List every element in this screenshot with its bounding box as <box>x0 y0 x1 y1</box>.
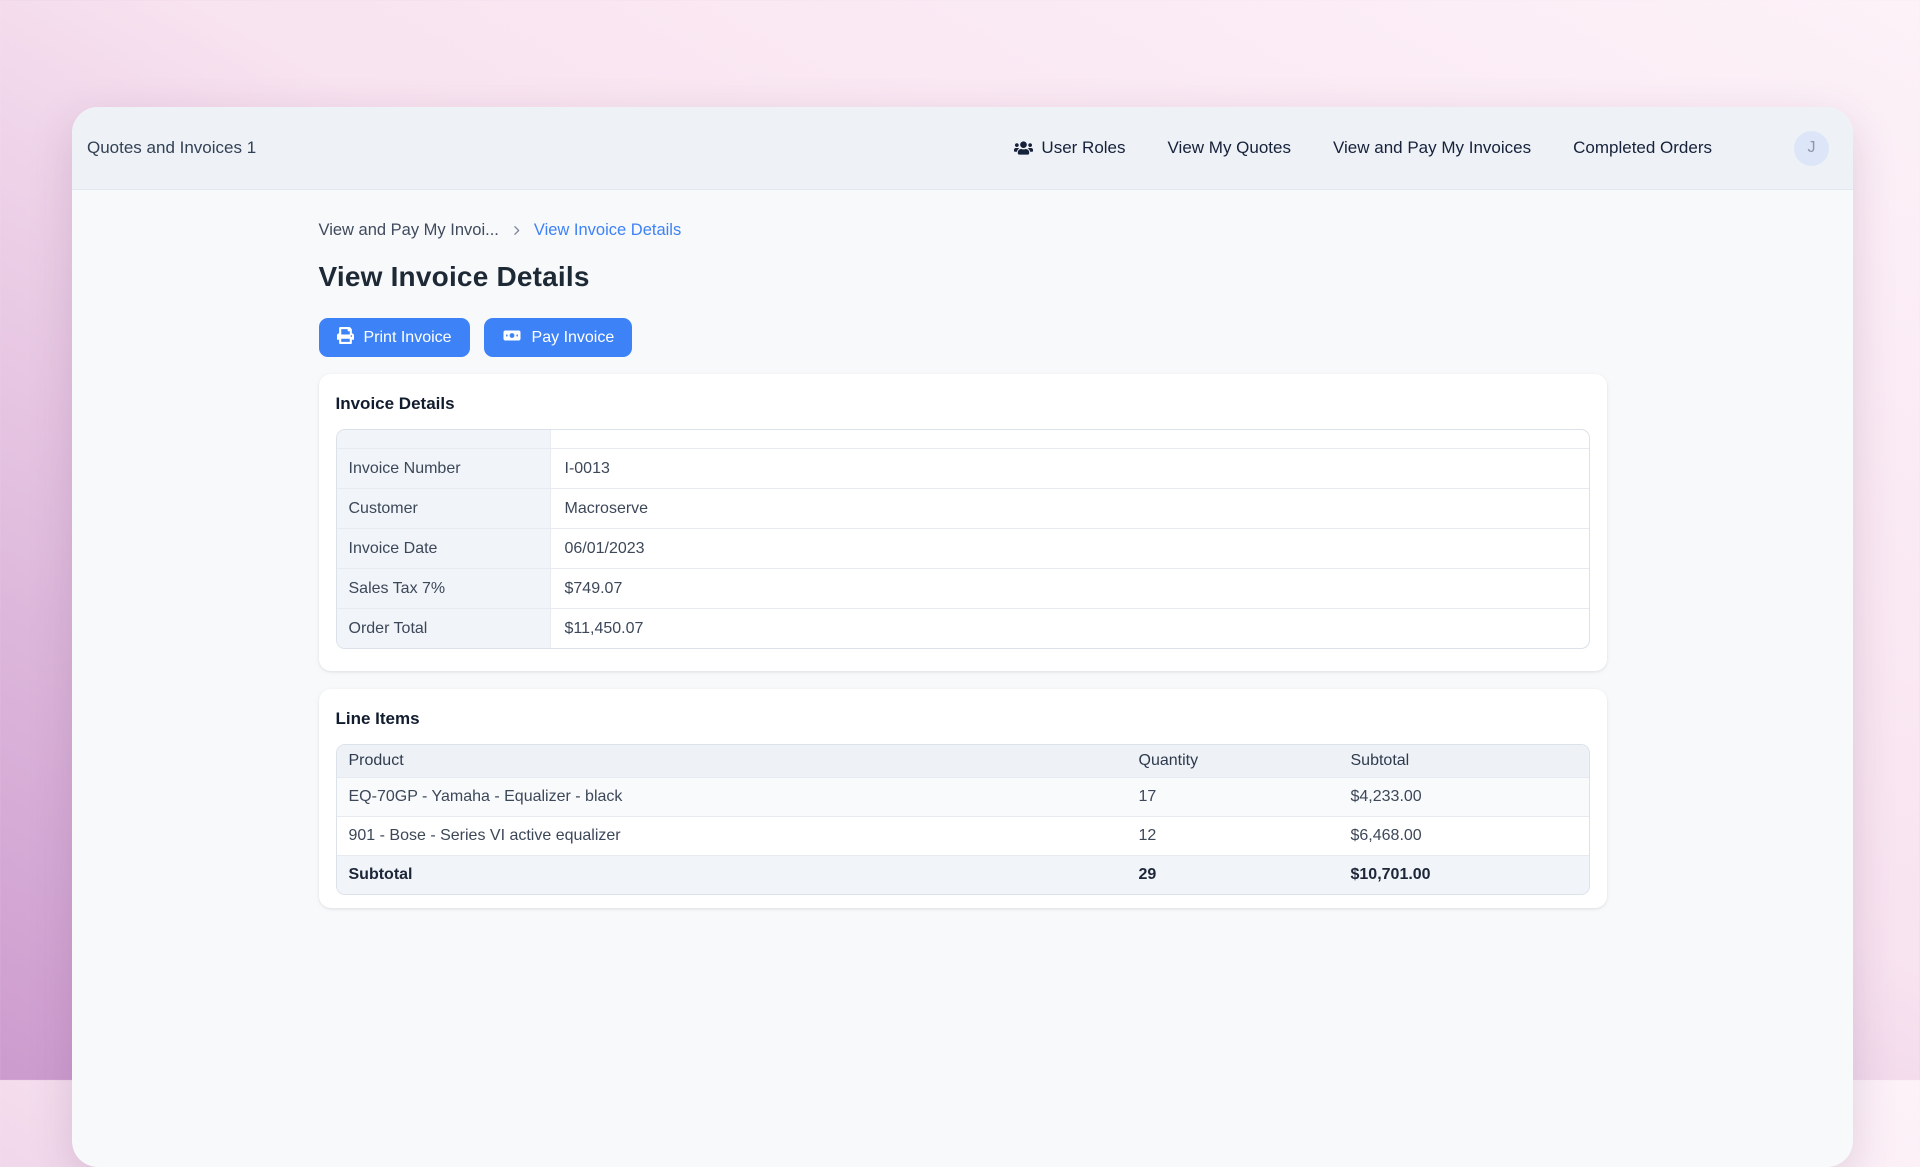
table-total-row: Subtotal 29 $10,701.00 <box>337 855 1589 894</box>
table-row: Sales Tax 7% $749.07 <box>337 568 1589 608</box>
invoice-details-panel: Invoice Details Invoice Number I-0013 Cu… <box>319 374 1607 671</box>
table-row: Invoice Number I-0013 <box>337 448 1589 488</box>
row-value: I-0013 <box>551 449 1589 488</box>
table-row: Order Total $11,450.07 <box>337 608 1589 648</box>
nav-label: View My Quotes <box>1168 138 1291 158</box>
nav-label: Completed Orders <box>1573 138 1712 158</box>
column-header-quantity: Quantity <box>1127 752 1339 770</box>
nav-label: View and Pay My Invoices <box>1333 138 1531 158</box>
money-bill-icon <box>502 327 522 349</box>
invoice-details-table-header <box>337 430 1589 448</box>
row-label: Invoice Date <box>337 529 551 568</box>
row-label: Invoice Number <box>337 449 551 488</box>
invoice-details-table: Invoice Number I-0013 Customer Macroserv… <box>336 429 1590 649</box>
breadcrumb: View and Pay My Invoi... View Invoice De… <box>319 221 1607 240</box>
line-items-table: Product Quantity Subtotal EQ-70GP - Yama… <box>336 744 1590 895</box>
breadcrumb-parent-link[interactable]: View and Pay My Invoi... <box>319 221 499 240</box>
nav-item-completed-orders[interactable]: Completed Orders <box>1573 138 1712 158</box>
users-icon <box>1014 140 1033 156</box>
main-nav: User Roles View My Quotes View and Pay M… <box>1014 131 1829 166</box>
header-cell <box>551 430 1589 448</box>
button-label: Pay Invoice <box>532 329 615 347</box>
row-value: $749.07 <box>551 569 1589 608</box>
header-cell <box>337 430 551 448</box>
row-label: Customer <box>337 489 551 528</box>
page-content: View and Pay My Invoi... View Invoice De… <box>319 190 1607 908</box>
cell-total-label: Subtotal <box>337 866 1127 884</box>
line-items-panel: Line Items Product Quantity Subtotal EQ-… <box>319 689 1607 908</box>
nav-item-user-roles[interactable]: User Roles <box>1014 138 1125 158</box>
nav-label: User Roles <box>1041 138 1125 158</box>
app-window: Quotes and Invoices 1 User Roles View My… <box>72 107 1853 1167</box>
app-title: Quotes and Invoices 1 <box>87 138 256 158</box>
pay-invoice-button[interactable]: Pay Invoice <box>484 318 633 357</box>
cell-total-quantity: 29 <box>1127 866 1339 884</box>
cell-product: 901 - Bose - Series VI active equalizer <box>337 827 1127 845</box>
nav-item-view-my-quotes[interactable]: View My Quotes <box>1168 138 1291 158</box>
row-value: 06/01/2023 <box>551 529 1589 568</box>
print-invoice-button[interactable]: Print Invoice <box>319 318 470 357</box>
column-header-product: Product <box>337 752 1127 770</box>
table-row: EQ-70GP - Yamaha - Equalizer - black 17 … <box>337 777 1589 816</box>
cell-quantity: 17 <box>1127 788 1339 806</box>
button-label: Print Invoice <box>364 329 452 347</box>
table-row: Customer Macroserve <box>337 488 1589 528</box>
line-items-table-header: Product Quantity Subtotal <box>337 745 1589 777</box>
action-buttons: Print Invoice Pay Invoice <box>319 318 1607 357</box>
page-title: View Invoice Details <box>319 261 1607 293</box>
invoice-details-title: Invoice Details <box>336 394 1590 414</box>
row-label: Sales Tax 7% <box>337 569 551 608</box>
cell-subtotal: $6,468.00 <box>1339 827 1589 845</box>
avatar-initial: J <box>1808 139 1816 157</box>
breadcrumb-current-link[interactable]: View Invoice Details <box>534 221 681 240</box>
chevron-right-icon <box>510 224 523 237</box>
app-header: Quotes and Invoices 1 User Roles View My… <box>72 107 1853 190</box>
line-items-title: Line Items <box>336 709 1590 729</box>
row-label: Order Total <box>337 609 551 648</box>
nav-item-view-and-pay-my-invoices[interactable]: View and Pay My Invoices <box>1333 138 1531 158</box>
user-avatar[interactable]: J <box>1794 131 1829 166</box>
cell-product: EQ-70GP - Yamaha - Equalizer - black <box>337 788 1127 806</box>
row-value: $11,450.07 <box>551 609 1589 648</box>
table-row: 901 - Bose - Series VI active equalizer … <box>337 816 1589 855</box>
cell-quantity: 12 <box>1127 827 1339 845</box>
row-value: Macroserve <box>551 489 1589 528</box>
cell-total-subtotal: $10,701.00 <box>1339 866 1589 884</box>
cell-subtotal: $4,233.00 <box>1339 788 1589 806</box>
printer-icon <box>337 327 354 349</box>
column-header-subtotal: Subtotal <box>1339 752 1589 770</box>
table-row: Invoice Date 06/01/2023 <box>337 528 1589 568</box>
